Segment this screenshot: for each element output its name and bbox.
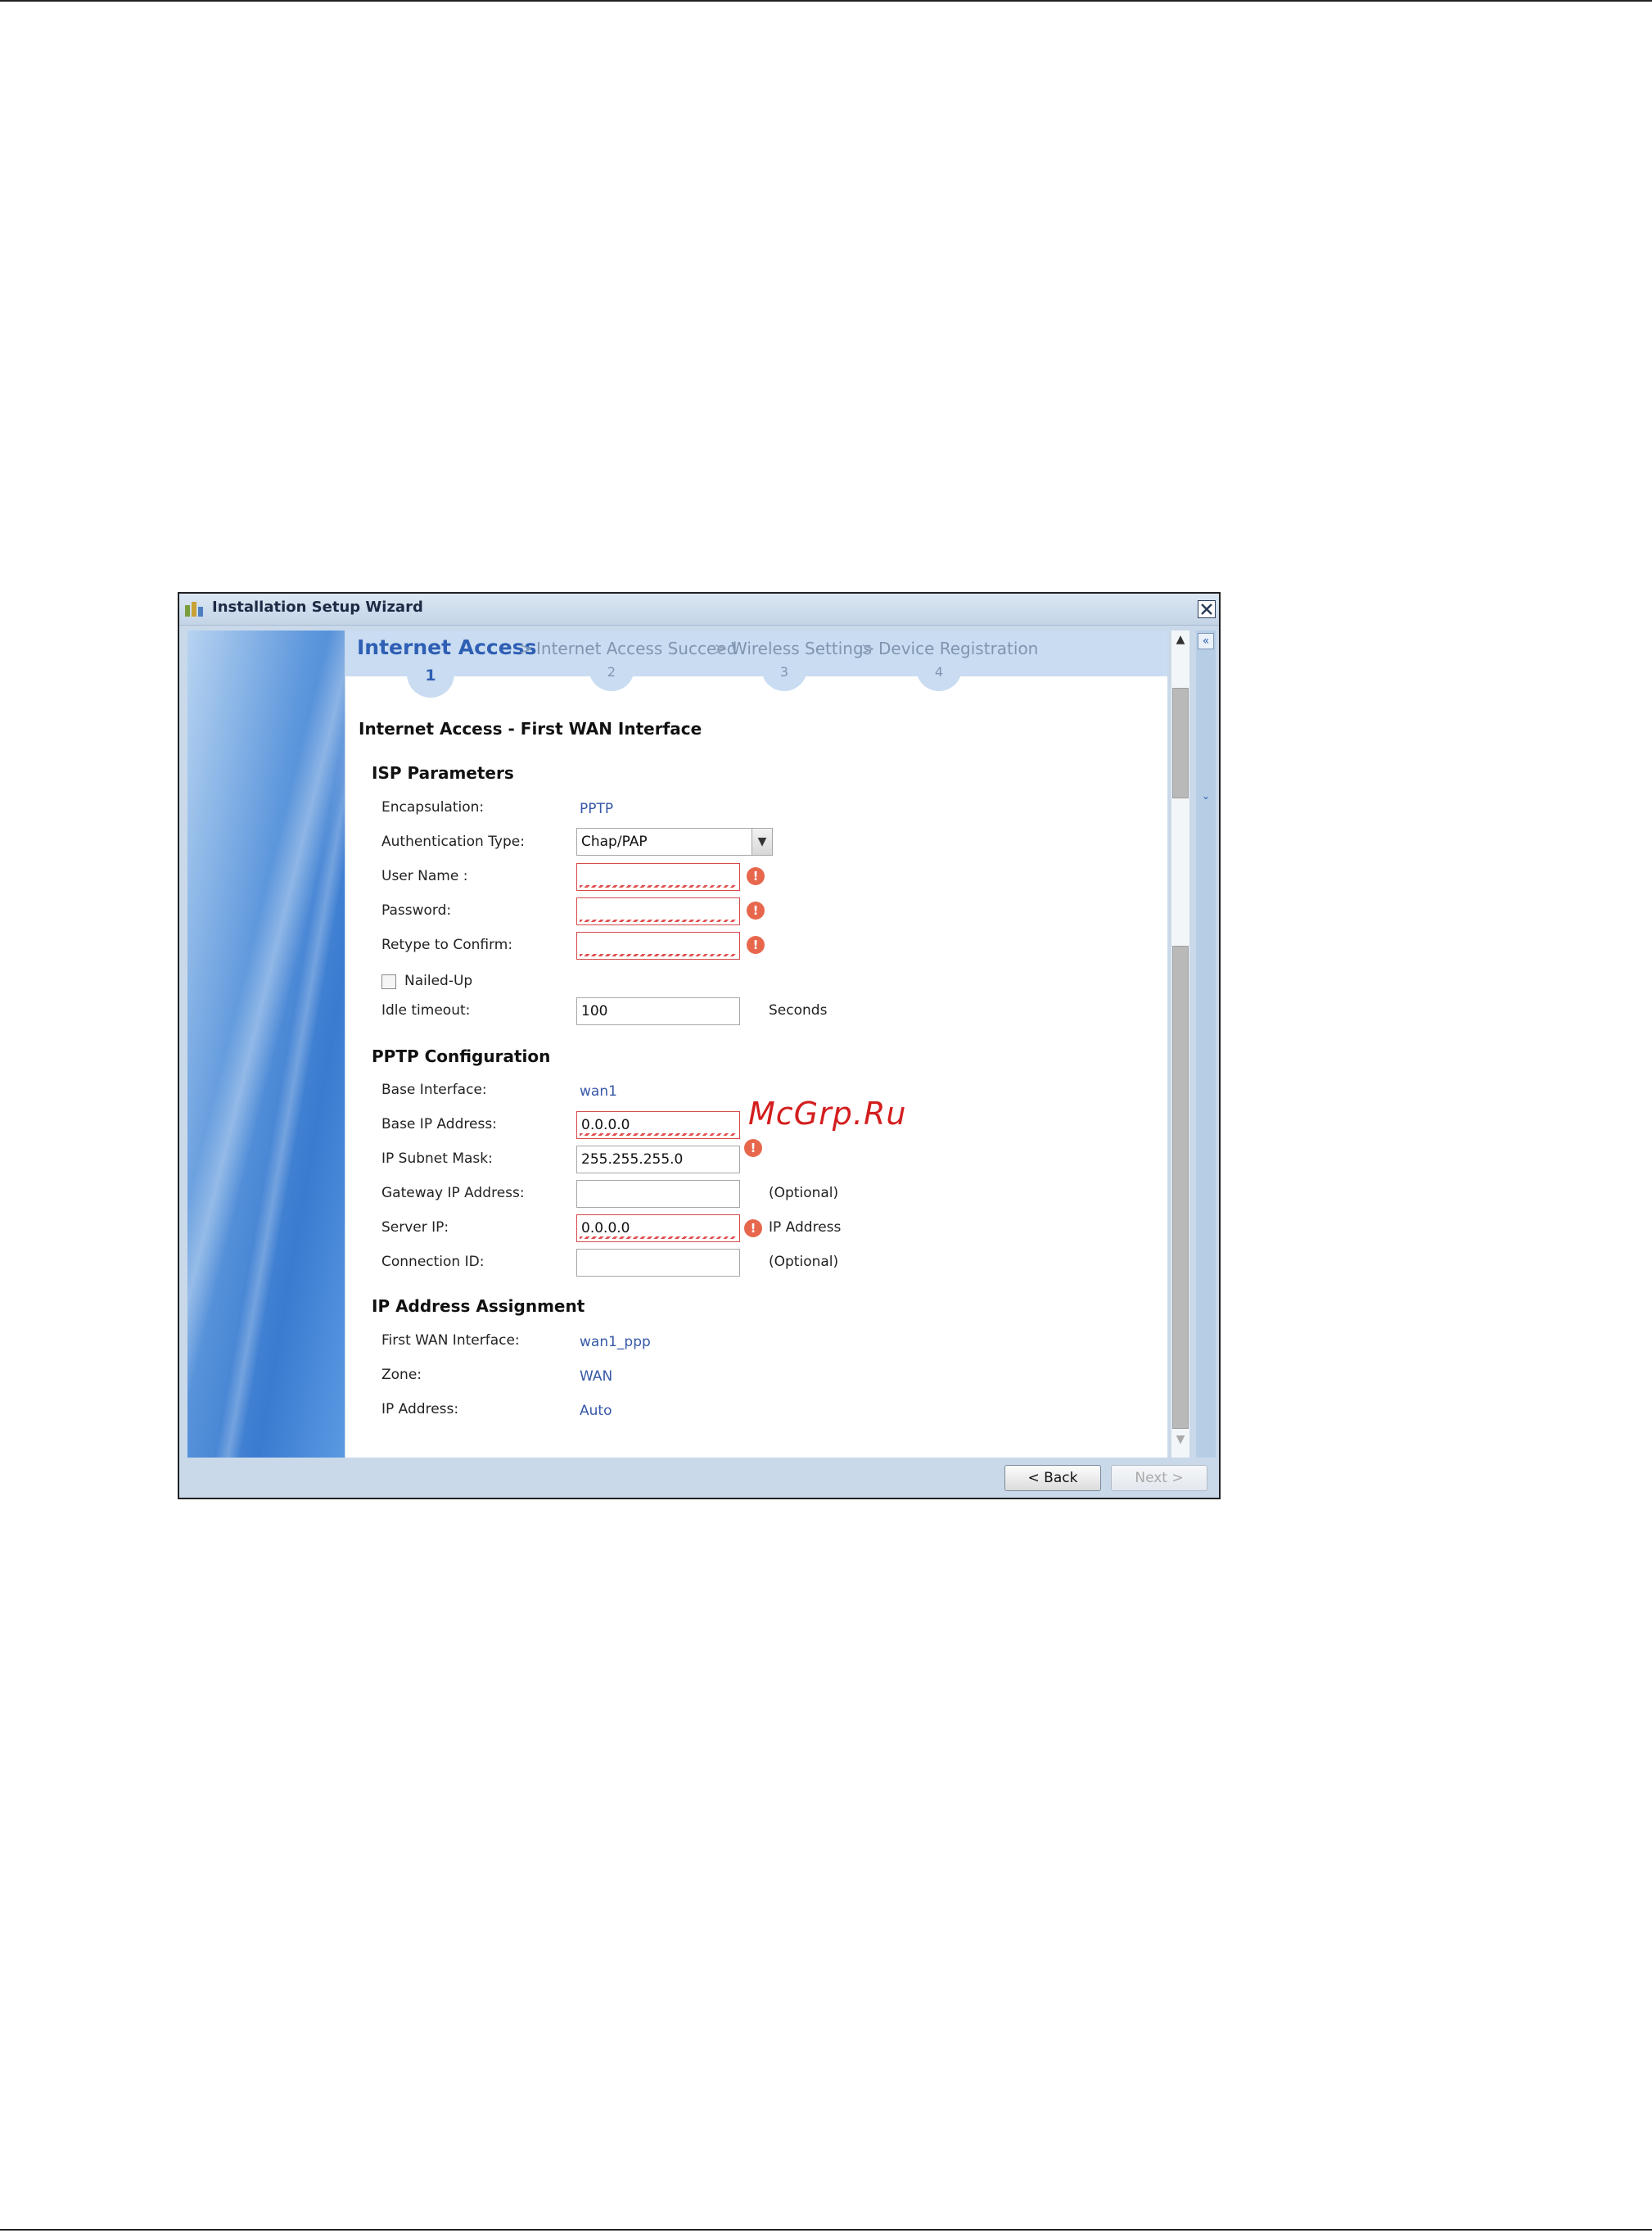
error-icon: ! <box>744 1139 762 1157</box>
base-ip-address-input[interactable]: 0.0.0.0 <box>576 1111 740 1139</box>
double-chevron-down-icon[interactable]: ⌄ <box>1198 790 1214 802</box>
password-input[interactable] <box>576 897 740 925</box>
ip-address-value: Auto <box>580 1403 612 1419</box>
server-ip-note: IP Address <box>769 1219 842 1236</box>
idle-timeout-label: Idle timeout: <box>381 1002 471 1019</box>
zone-value: WAN <box>580 1368 613 1385</box>
chevron-right-icon: > <box>519 639 533 658</box>
step-number-4: 4 <box>916 663 962 691</box>
step-progress-bar: Internet Access > Internet Access Succee… <box>345 631 1167 676</box>
user-name-input[interactable] <box>576 863 740 891</box>
wizard-content: Internet Access > Internet Access Succee… <box>345 631 1167 1490</box>
step-number-3: 3 <box>761 663 807 691</box>
chevron-down-icon[interactable]: ▼ <box>752 829 772 855</box>
decorative-side-panel <box>187 631 345 1490</box>
authentication-type-label: Authentication Type: <box>381 834 525 850</box>
pptp-configuration-heading: PPTP Configuration <box>372 1046 551 1066</box>
error-icon: ! <box>747 902 765 920</box>
wizard-window: Installation Setup Wizard Internet Acces… <box>178 592 1221 1499</box>
connection-id-optional-note: (Optional) <box>769 1254 839 1270</box>
watermark-text: McGrp.Ru <box>748 1096 907 1132</box>
window-title: Installation Setup Wizard <box>212 599 423 616</box>
idle-timeout-input[interactable]: 100 <box>576 997 740 1025</box>
server-ip-label: Server IP: <box>381 1219 449 1236</box>
step-internet-access: Internet Access <box>357 635 537 659</box>
error-icon: ! <box>744 1219 762 1237</box>
gateway-ip-address-label: Gateway IP Address: <box>381 1185 525 1201</box>
ip-address-label: IP Address: <box>381 1401 459 1417</box>
authentication-type-select[interactable]: Chap/PAP ▼ <box>576 828 773 856</box>
scrollbar-thumb[interactable] <box>1172 946 1189 1429</box>
ip-address-assignment-heading: IP Address Assignment <box>372 1296 585 1316</box>
zone-label: Zone: <box>381 1367 422 1383</box>
connection-id-label: Connection ID: <box>381 1254 485 1270</box>
ip-subnet-mask-input[interactable]: 255.255.255.0 <box>576 1146 740 1173</box>
step-device-registration: Device Registration <box>878 639 1039 658</box>
nailed-up-checkbox[interactable] <box>381 974 396 989</box>
gateway-ip-address-input[interactable] <box>576 1180 740 1208</box>
base-ip-address-label: Base IP Address: <box>381 1116 497 1132</box>
user-name-label: User Name : <box>381 868 468 884</box>
step-internet-access-succeed: Internet Access Succeed <box>536 639 738 658</box>
chevron-right-icon: > <box>714 639 728 658</box>
isp-parameters-heading: ISP Parameters <box>372 763 514 783</box>
encapsulation-label: Encapsulation: <box>381 799 485 816</box>
error-icon: ! <box>747 867 765 885</box>
retype-to-confirm-label: Retype to Confirm: <box>381 937 513 953</box>
scroll-up-icon[interactable]: ▲ <box>1171 633 1189 649</box>
first-wan-interface-value: wan1_ppp <box>580 1334 651 1350</box>
chevron-right-icon: > <box>861 639 875 658</box>
top-rule <box>0 0 1652 2</box>
ip-subnet-mask-label: IP Subnet Mask: <box>381 1150 493 1167</box>
idle-timeout-unit: Seconds <box>769 1002 828 1019</box>
step-wireless-settings: Wireless Settings <box>731 639 873 658</box>
retype-password-input[interactable] <box>576 932 740 960</box>
title-bar: Installation Setup Wizard <box>179 594 1219 626</box>
next-button[interactable]: Next > <box>1111 1465 1207 1491</box>
error-icon: ! <box>747 936 765 954</box>
scrollbar-thumb[interactable] <box>1172 688 1189 798</box>
step-number-1: 1 <box>407 663 454 698</box>
gateway-optional-note: (Optional) <box>769 1185 839 1201</box>
encapsulation-value: PPTP <box>580 801 614 817</box>
wizard-icon <box>185 602 203 617</box>
back-button[interactable]: < Back <box>1004 1465 1101 1491</box>
step-number-2: 2 <box>589 663 634 691</box>
server-ip-input[interactable]: 0.0.0.0 <box>576 1214 740 1242</box>
page-title: Internet Access - First WAN Interface <box>359 719 702 739</box>
password-label: Password: <box>381 902 452 919</box>
connection-id-input[interactable] <box>576 1249 740 1277</box>
first-wan-interface-label: First WAN Interface: <box>381 1332 520 1349</box>
nailed-up-label: Nailed-Up <box>404 973 473 989</box>
authentication-type-value: Chap/PAP <box>581 834 648 850</box>
base-interface-label: Base Interface: <box>381 1082 487 1098</box>
collapse-strip <box>1196 631 1216 1490</box>
base-interface-value: wan1 <box>580 1083 617 1100</box>
close-icon[interactable] <box>1198 600 1216 618</box>
double-chevron-left-icon[interactable]: « <box>1198 633 1214 649</box>
scroll-down-icon[interactable]: ▼ <box>1171 1433 1189 1449</box>
bottom-rule <box>0 2229 1652 2231</box>
